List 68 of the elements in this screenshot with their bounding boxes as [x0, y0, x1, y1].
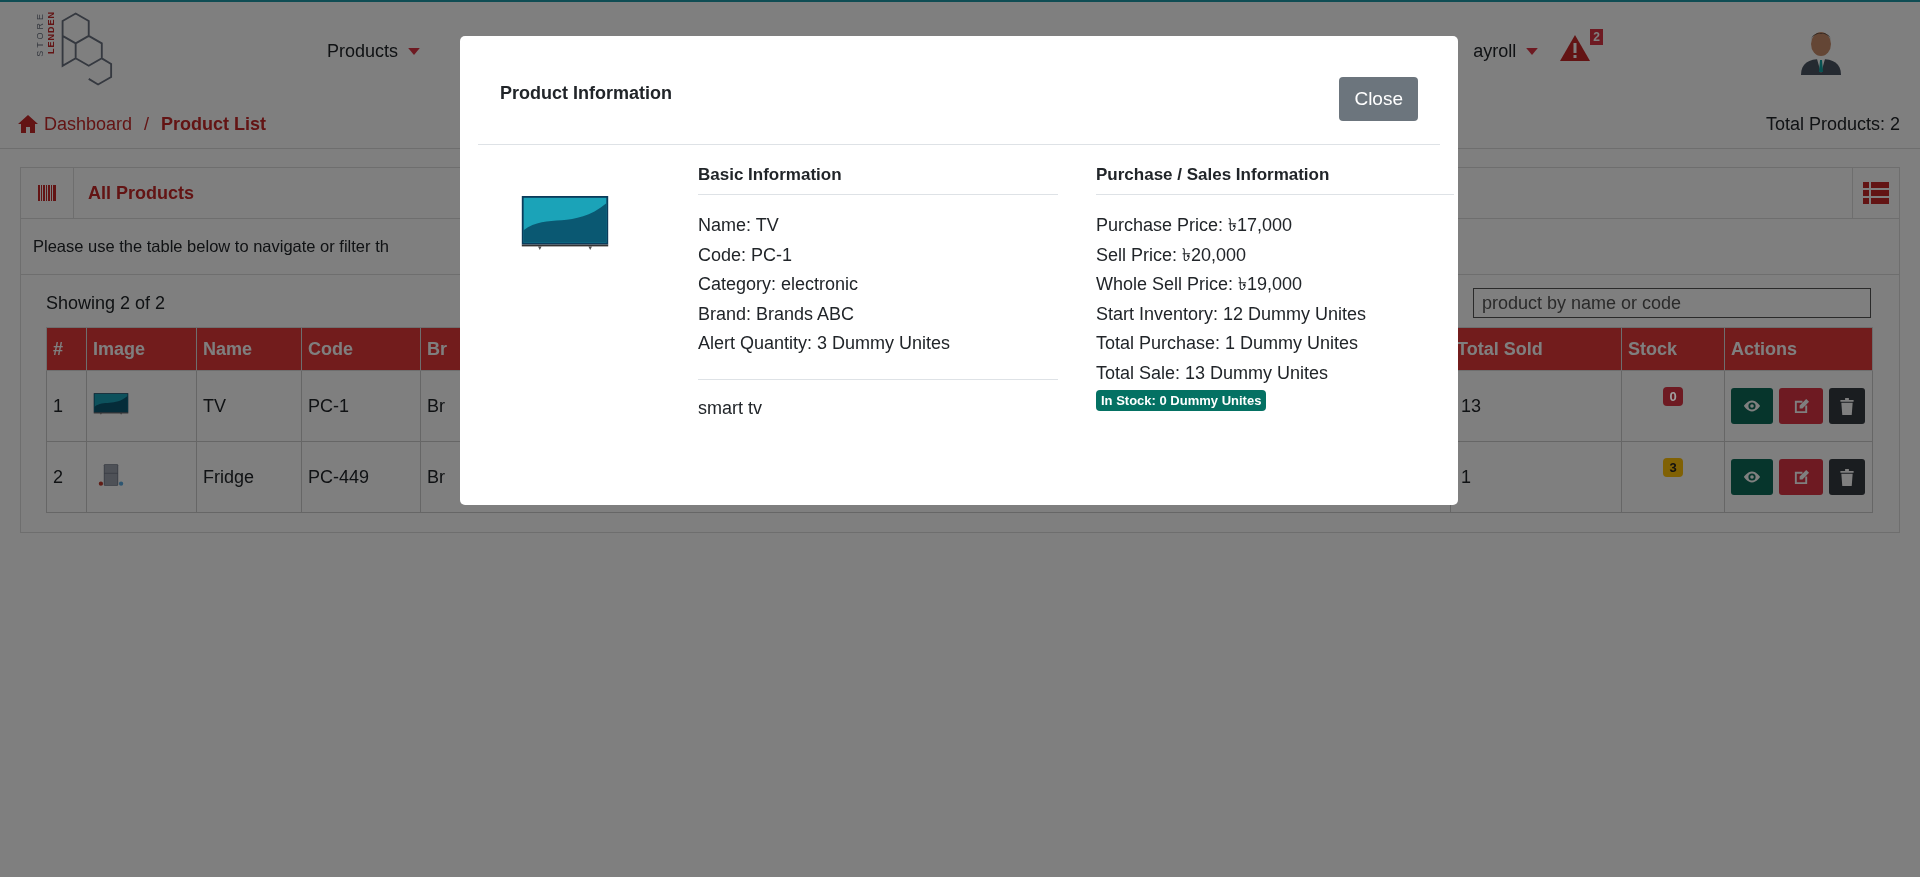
column-header: Actions [1731, 338, 1797, 359]
column-header: Name [203, 338, 253, 359]
breadcrumb-link[interactable]: Dashboard [44, 113, 133, 135]
info-line: Name: TV [698, 214, 780, 237]
breadcrumb-current: Product List [161, 113, 267, 135]
table-cell: PC-449 [308, 466, 370, 487]
barcode-icon [38, 185, 56, 201]
view-button[interactable] [1731, 459, 1773, 495]
delete-button[interactable] [1829, 388, 1865, 424]
close-button[interactable]: Close [1339, 77, 1418, 121]
column-header: Total Sold [1457, 338, 1543, 359]
section-heading: Purchase / Sales Information [1096, 161, 1454, 195]
info-line: Purchase Price: ৳17,000 [1096, 214, 1294, 237]
table-cell: 2 [53, 466, 63, 487]
eye-icon [1743, 471, 1761, 483]
list-icon [1863, 182, 1889, 204]
logo-text: LENDEN [46, 11, 56, 54]
info-line: Total Sale: 13 Dummy Unites [1096, 361, 1330, 385]
delete-button[interactable] [1829, 459, 1865, 495]
stock-badge: 0 [1663, 387, 1683, 406]
info-line: Alert Quantity: 3 Dummy Unites [698, 332, 952, 355]
dialog-title: Product Information [500, 83, 672, 104]
edit-button[interactable] [1779, 459, 1823, 495]
trash-icon [1840, 397, 1854, 415]
table-cell: 13 [1461, 395, 1482, 416]
breadcrumb-separator: / [144, 113, 150, 135]
total-products-text: Total Products: 2 [1765, 113, 1900, 135]
trash-icon [1840, 468, 1854, 486]
edit-button[interactable] [1779, 388, 1823, 424]
search-field[interactable]: product by name or code [1473, 288, 1871, 318]
column-header: Br [427, 338, 447, 359]
info-line: Total Purchase: 1 Dummy Unites [1096, 332, 1360, 355]
info-line: Sell Price: ৳20,000 [1096, 243, 1248, 267]
card-title: All Products [88, 182, 195, 204]
nav-menu-link[interactable]: Products [327, 40, 399, 62]
table-cell: Br [427, 395, 445, 416]
card-description: Please use the table below to navigate or filter th [33, 237, 389, 256]
info-line: Whole Sell Price: ৳19,000 [1096, 273, 1304, 296]
eye-icon [1743, 400, 1761, 412]
table-cell: 1 [53, 395, 63, 416]
logo-text: STORE [35, 11, 45, 57]
column-header: Code [308, 338, 353, 359]
section-heading: Basic Information [698, 161, 1058, 195]
info-line: Code: PC-1 [698, 243, 794, 267]
caret-icon [408, 47, 421, 55]
table-cell: 1 [1461, 466, 1471, 487]
home-icon [18, 115, 38, 133]
stock-badge: 3 [1663, 458, 1683, 477]
info-line: Start Inventory: 12 Dummy Unites [1096, 302, 1368, 326]
info-line: Category: electronic [698, 273, 860, 296]
notification-badge: 2 [1590, 29, 1603, 45]
table-cell: Br [427, 466, 445, 487]
info-line: Brand: Brands ABC [698, 302, 856, 326]
showing-count: Showing 2 of 2 [46, 292, 166, 314]
table-cell: PC-1 [308, 395, 349, 416]
column-header: Stock [1628, 338, 1678, 359]
nav-menu-link[interactable]: ayroll [1473, 40, 1517, 62]
stock-status-badge: In Stock: 0 Dummy Unites [1096, 390, 1267, 411]
edit-icon [1792, 397, 1810, 415]
table-cell: Fridge [203, 466, 255, 487]
caret-icon [1526, 47, 1539, 55]
table-cell: TV [203, 395, 226, 416]
warning-icon [1560, 35, 1591, 61]
column-header: # [53, 338, 63, 359]
view-button[interactable] [1731, 388, 1773, 424]
product-description: smart tv [698, 396, 763, 419]
column-header: Image [93, 338, 146, 359]
edit-icon [1792, 468, 1810, 486]
